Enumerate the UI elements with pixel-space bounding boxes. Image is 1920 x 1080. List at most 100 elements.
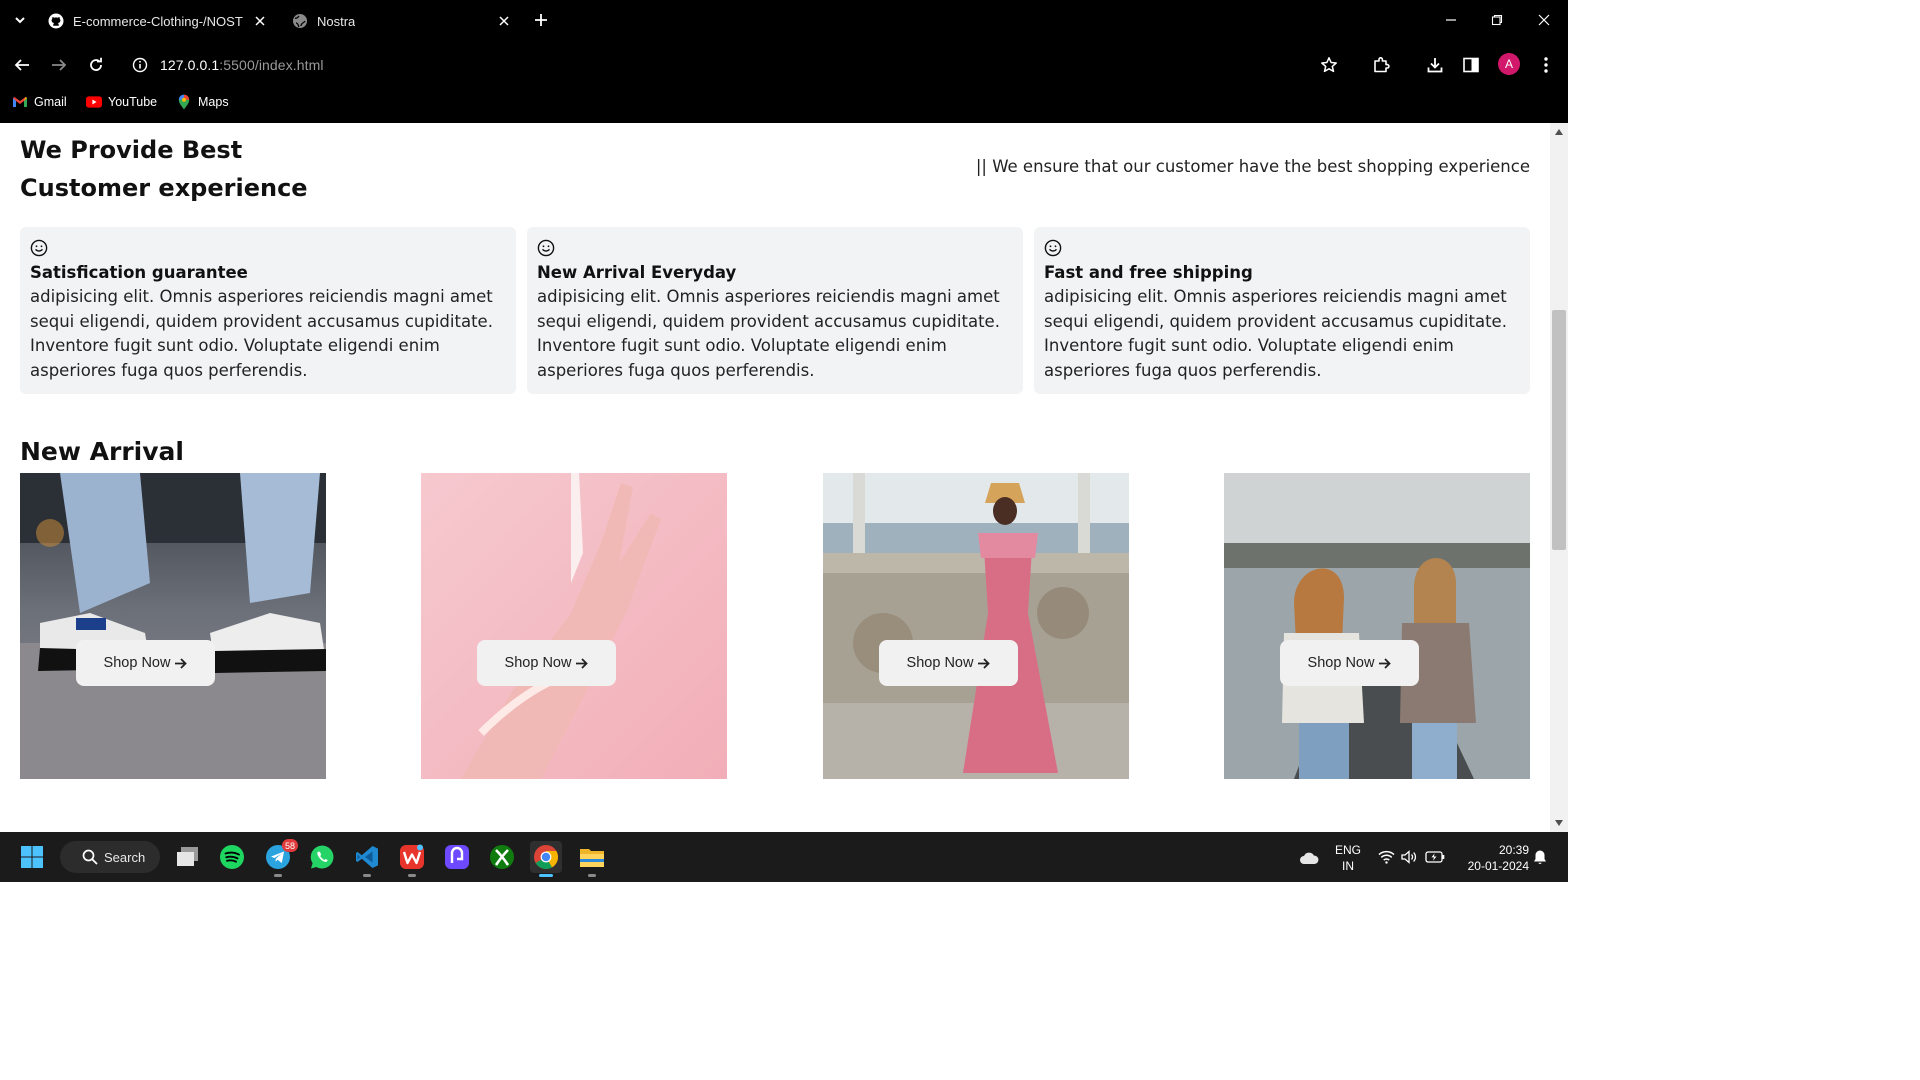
hero-title: We Provide Best Customer experience	[20, 131, 540, 207]
running-indicator	[408, 874, 416, 877]
feature-card: New Arrival Everyday adipisicing elit. O…	[527, 227, 1023, 394]
language-indicator[interactable]: ENG IN	[1330, 842, 1366, 874]
scroll-down-icon[interactable]	[1554, 818, 1564, 828]
restore-icon[interactable]	[1487, 10, 1507, 30]
forward-icon[interactable]	[48, 54, 70, 76]
whatsapp-icon[interactable]	[306, 841, 338, 873]
shop-now-button[interactable]: Shop Now	[477, 640, 616, 686]
page-content: We Provide Best Customer experience || W…	[0, 123, 1550, 832]
battery-icon[interactable]	[1424, 841, 1446, 873]
profile-avatar[interactable]: A	[1498, 53, 1520, 75]
close-tab-icon[interactable]	[252, 13, 268, 29]
site-info-icon[interactable]	[132, 57, 148, 73]
shop-now-label: Shop Now	[906, 655, 974, 671]
smile-icon	[537, 239, 555, 257]
wifi-icon[interactable]	[1376, 841, 1396, 873]
shop-now-label: Shop Now	[103, 655, 171, 671]
running-indicator	[363, 874, 371, 877]
feature-description: adipisicing elit. Omnis asperiores reici…	[537, 287, 1000, 380]
side-panel-icon[interactable]	[1460, 54, 1482, 76]
page-scrollbar[interactable]	[1550, 123, 1568, 832]
chrome-icon[interactable]	[530, 841, 562, 877]
scrollbar-thumb[interactable]	[1552, 310, 1566, 550]
arrow-right-icon	[1378, 657, 1392, 670]
bookmark-label: Gmail	[34, 95, 67, 109]
feature-title: New Arrival Everyday	[537, 263, 737, 282]
telegram-icon[interactable]: 58	[262, 839, 298, 877]
search-label: Search	[104, 849, 146, 865]
hero-title-line: Customer experience	[20, 174, 308, 202]
running-indicator	[274, 874, 282, 877]
file-explorer-icon[interactable]	[576, 841, 608, 877]
taskbar-search[interactable]: Search	[60, 841, 160, 873]
feature-description: adipisicing elit. Omnis asperiores reici…	[30, 287, 493, 380]
product-card[interactable]: Shop Now	[20, 473, 326, 779]
shop-now-button[interactable]: Shop Now	[1280, 640, 1419, 686]
product-card[interactable]: Shop Now	[421, 473, 727, 779]
shop-now-button[interactable]: Shop Now	[879, 640, 1018, 686]
close-window-icon[interactable]	[1534, 10, 1554, 30]
shop-now-label: Shop Now	[504, 655, 572, 671]
maps-icon	[176, 94, 192, 110]
reload-icon[interactable]	[85, 54, 107, 76]
globe-icon	[292, 13, 308, 29]
product-card[interactable]: Shop Now	[1224, 473, 1530, 779]
vscode-icon[interactable]	[351, 841, 383, 877]
back-icon[interactable]	[11, 54, 33, 76]
shop-now-button[interactable]: Shop Now	[76, 640, 215, 686]
arrow-right-icon	[977, 657, 991, 670]
tab-search-chevron-icon[interactable]	[10, 10, 30, 30]
bookmarks-bar: Gmail YouTube Maps	[0, 90, 1568, 116]
browser-chrome: E-commerce-Clothing-/NOSTR Nostra 127.0.…	[0, 0, 1568, 123]
feature-card: Fast and free shipping adipisicing elit.…	[1034, 227, 1530, 394]
start-windows-icon[interactable]	[16, 841, 48, 873]
tab-nostra[interactable]: Nostra	[292, 6, 512, 36]
hand-pink-photo	[421, 473, 727, 779]
sneakers-photo	[20, 473, 326, 779]
running-indicator	[539, 874, 553, 877]
bookmark-label: YouTube	[108, 95, 158, 109]
new-tab-button[interactable]	[532, 11, 550, 29]
proton-vpn-icon[interactable]	[441, 841, 473, 873]
feature-description: adipisicing elit. Omnis asperiores reici…	[1044, 287, 1507, 380]
feature-title: Satisfication guarantee	[30, 263, 248, 282]
task-view-icon[interactable]	[172, 841, 204, 873]
minimize-icon[interactable]	[1441, 10, 1461, 30]
url-text: 127.0.0.1:5500/index.html	[160, 57, 324, 73]
url-host: 127.0.0.1	[160, 57, 220, 73]
running-indicator	[588, 874, 596, 877]
url-path: :5500/index.html	[219, 57, 324, 73]
product-grid: Shop Now Shop Now Shop Now Shop Now	[20, 473, 1530, 779]
system-clock[interactable]: 20:39 20-01-2024	[1455, 842, 1529, 874]
github-icon	[48, 13, 64, 29]
volume-icon[interactable]	[1399, 841, 1419, 873]
smile-icon	[30, 239, 48, 257]
product-card[interactable]: Shop Now	[823, 473, 1129, 779]
feature-title: Fast and free shipping	[1044, 263, 1253, 282]
features-row: Satisfication guarantee adipisicing elit…	[20, 227, 1530, 394]
wps-office-icon[interactable]	[396, 841, 428, 877]
extensions-icon[interactable]	[1370, 54, 1392, 76]
shop-now-label: Shop Now	[1307, 655, 1375, 671]
spotify-icon[interactable]	[216, 841, 248, 873]
bookmark-maps[interactable]: Maps	[176, 94, 229, 110]
hero-title-line: We Provide Best	[20, 136, 243, 164]
close-tab-icon[interactable]	[496, 13, 512, 29]
tab-github[interactable]: E-commerce-Clothing-/NOSTR	[48, 6, 268, 36]
search-icon	[82, 849, 98, 865]
onedrive-cloud-icon[interactable]	[1298, 841, 1320, 873]
xbox-icon[interactable]	[486, 841, 518, 873]
menu-kebab-icon[interactable]	[1535, 54, 1557, 76]
bookmark-star-icon[interactable]	[1318, 54, 1340, 76]
address-bar[interactable]: 127.0.0.1:5500/index.html	[126, 46, 1296, 84]
pink-dress-photo	[823, 473, 1129, 779]
download-icon[interactable]	[1424, 54, 1446, 76]
notification-bell-icon[interactable]	[1530, 841, 1550, 873]
arrow-right-icon	[174, 657, 188, 670]
bookmark-youtube[interactable]: YouTube	[86, 94, 157, 110]
region-code: IN	[1342, 859, 1354, 873]
language-code: ENG	[1334, 843, 1361, 857]
scroll-up-icon[interactable]	[1554, 127, 1564, 137]
bookmark-gmail[interactable]: Gmail	[12, 94, 67, 110]
smile-icon	[1044, 239, 1062, 257]
